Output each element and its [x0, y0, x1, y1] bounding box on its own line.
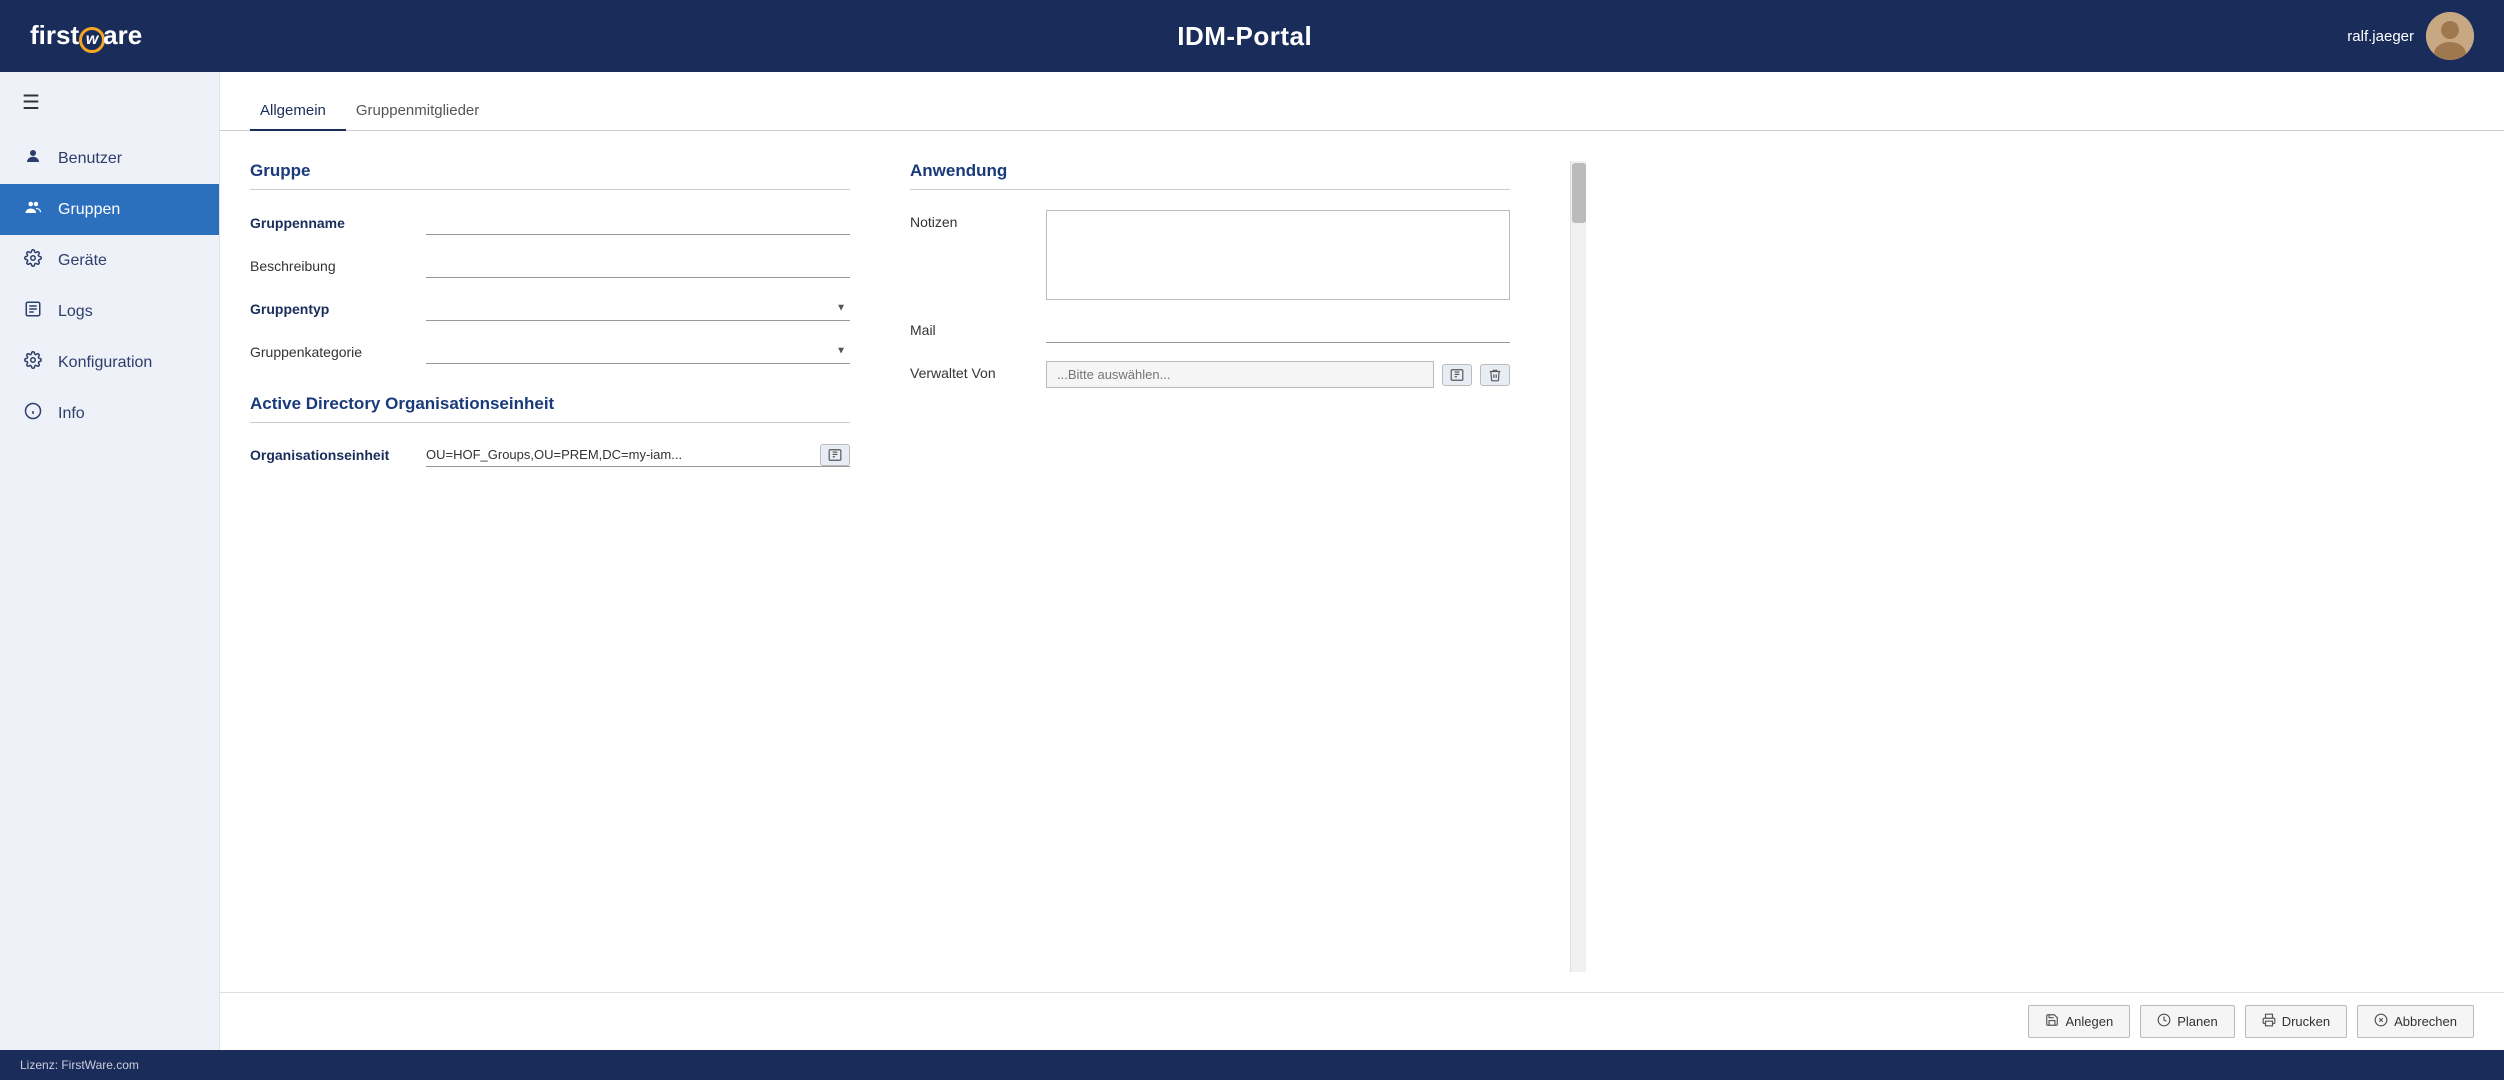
tabs-bar: Allgemein Gruppenmitglieder	[220, 92, 2504, 131]
sidebar-label-logs: Logs	[58, 303, 93, 321]
ad-section-title: Active Directory Organisationseinheit	[250, 394, 850, 423]
sidebar-label-gruppen: Gruppen	[58, 201, 120, 219]
anlegen-label: Anlegen	[2065, 1014, 2113, 1029]
info-icon	[22, 402, 44, 425]
gruppenname-input[interactable]	[426, 210, 850, 235]
gear-icon	[22, 249, 44, 272]
beschreibung-input[interactable]	[426, 253, 850, 278]
sidebar: ☰ Benutzer Gruppen Geräte Logs	[0, 72, 220, 1050]
verwaltet-von-picker-button[interactable]	[1442, 364, 1472, 386]
verwaltet-von-delete-button[interactable]	[1480, 364, 1510, 386]
license-text: Lizenz: FirstWare.com	[20, 1058, 139, 1072]
clock-icon	[2157, 1013, 2171, 1030]
tab-gruppenmitglieder[interactable]: Gruppenmitglieder	[346, 92, 499, 131]
scrollbar[interactable]	[1570, 161, 1586, 972]
form-left: Gruppe Gruppenname Beschreibung Gruppent…	[250, 161, 850, 972]
mail-label: Mail	[910, 318, 1030, 338]
drucken-button[interactable]: Drucken	[2245, 1005, 2347, 1038]
username-label: ralf.jaeger	[2347, 28, 2414, 45]
notizen-row: Notizen	[910, 210, 1510, 300]
gruppentyp-select-wrapper: Sicherheitsgruppe Verteilergruppe ▼	[426, 296, 850, 321]
anlegen-button[interactable]: Anlegen	[2028, 1005, 2130, 1038]
gruppentyp-select[interactable]: Sicherheitsgruppe Verteilergruppe	[426, 296, 850, 320]
gruppe-section-title: Gruppe	[250, 161, 850, 190]
gruppenkategorie-row: Gruppenkategorie Global Domänenlokal Uni…	[250, 339, 850, 364]
form-area: Gruppe Gruppenname Beschreibung Gruppent…	[220, 131, 2504, 992]
header-user: ralf.jaeger	[2347, 12, 2474, 60]
planen-button[interactable]: Planen	[2140, 1005, 2234, 1038]
logo: firstware	[30, 20, 142, 53]
notizen-textarea[interactable]	[1046, 210, 1510, 300]
abbrechen-label: Abbrechen	[2394, 1014, 2457, 1029]
verwaltet-von-label: Verwaltet Von	[910, 361, 1030, 381]
tab-allgemein[interactable]: Allgemein	[250, 92, 346, 131]
drucken-label: Drucken	[2282, 1014, 2330, 1029]
ou-picker-button[interactable]	[820, 444, 850, 466]
sidebar-label-info: Info	[58, 405, 85, 423]
gruppenname-label: Gruppenname	[250, 215, 410, 231]
mail-row: Mail	[910, 318, 1510, 343]
gruppenname-row: Gruppenname	[250, 210, 850, 235]
sidebar-item-konfiguration[interactable]: Konfiguration	[0, 337, 219, 388]
config-icon	[22, 351, 44, 374]
sidebar-label-konfiguration: Konfiguration	[58, 354, 152, 372]
ou-input-wrapper	[426, 443, 850, 467]
sidebar-item-info[interactable]: Info	[0, 388, 219, 439]
verwaltet-von-wrapper	[1046, 361, 1510, 388]
page-title: IDM-Portal	[1177, 21, 1312, 52]
organisationseinheit-label: Organisationseinheit	[250, 447, 410, 463]
sidebar-item-benutzer[interactable]: Benutzer	[0, 133, 219, 184]
logs-icon	[22, 300, 44, 323]
action-bar: Anlegen Planen Drucken Abbrechen	[220, 992, 2504, 1050]
header: firstware IDM-Portal ralf.jaeger	[0, 0, 2504, 72]
gruppenkategorie-select[interactable]: Global Domänenlokal Universal	[426, 339, 850, 363]
sidebar-item-geraete[interactable]: Geräte	[0, 235, 219, 286]
gruppenkategorie-label: Gruppenkategorie	[250, 344, 410, 360]
sidebar-label-benutzer: Benutzer	[58, 150, 122, 168]
gruppenkategorie-select-wrapper: Global Domänenlokal Universal ▼	[426, 339, 850, 364]
hamburger-menu-icon[interactable]: ☰	[0, 72, 219, 133]
mail-input[interactable]	[1046, 318, 1510, 343]
logo-circle-icon: w	[79, 27, 105, 53]
sidebar-item-logs[interactable]: Logs	[0, 286, 219, 337]
verwaltet-von-input[interactable]	[1046, 361, 1434, 388]
gruppentyp-label: Gruppentyp	[250, 301, 410, 317]
planen-label: Planen	[2177, 1014, 2217, 1029]
abbrechen-button[interactable]: Abbrechen	[2357, 1005, 2474, 1038]
sidebar-label-geraete: Geräte	[58, 252, 107, 270]
content-area: Allgemein Gruppenmitglieder Gruppe Grupp…	[220, 72, 2504, 1050]
organisationseinheit-input[interactable]	[426, 443, 814, 466]
main-container: ☰ Benutzer Gruppen Geräte Logs	[0, 72, 2504, 1050]
verwaltet-von-row: Verwaltet Von	[910, 361, 1510, 388]
print-icon	[2262, 1013, 2276, 1030]
anwendung-section-title: Anwendung	[910, 161, 1510, 190]
notizen-label: Notizen	[910, 210, 1030, 230]
gruppentyp-row: Gruppentyp Sicherheitsgruppe Verteilergr…	[250, 296, 850, 321]
organisationseinheit-row: Organisationseinheit	[250, 443, 850, 467]
avatar	[2426, 12, 2474, 60]
save-icon	[2045, 1013, 2059, 1030]
user-icon	[22, 147, 44, 170]
groups-icon	[22, 198, 44, 221]
beschreibung-row: Beschreibung	[250, 253, 850, 278]
form-right: Anwendung Notizen Mail Verwaltet Von	[910, 161, 1510, 972]
scrollbar-thumb[interactable]	[1572, 163, 1586, 223]
beschreibung-label: Beschreibung	[250, 258, 410, 274]
cancel-icon	[2374, 1013, 2388, 1030]
sidebar-item-gruppen[interactable]: Gruppen	[0, 184, 219, 235]
footer: Lizenz: FirstWare.com	[0, 1050, 2504, 1080]
logo-text: firstware	[30, 20, 142, 53]
